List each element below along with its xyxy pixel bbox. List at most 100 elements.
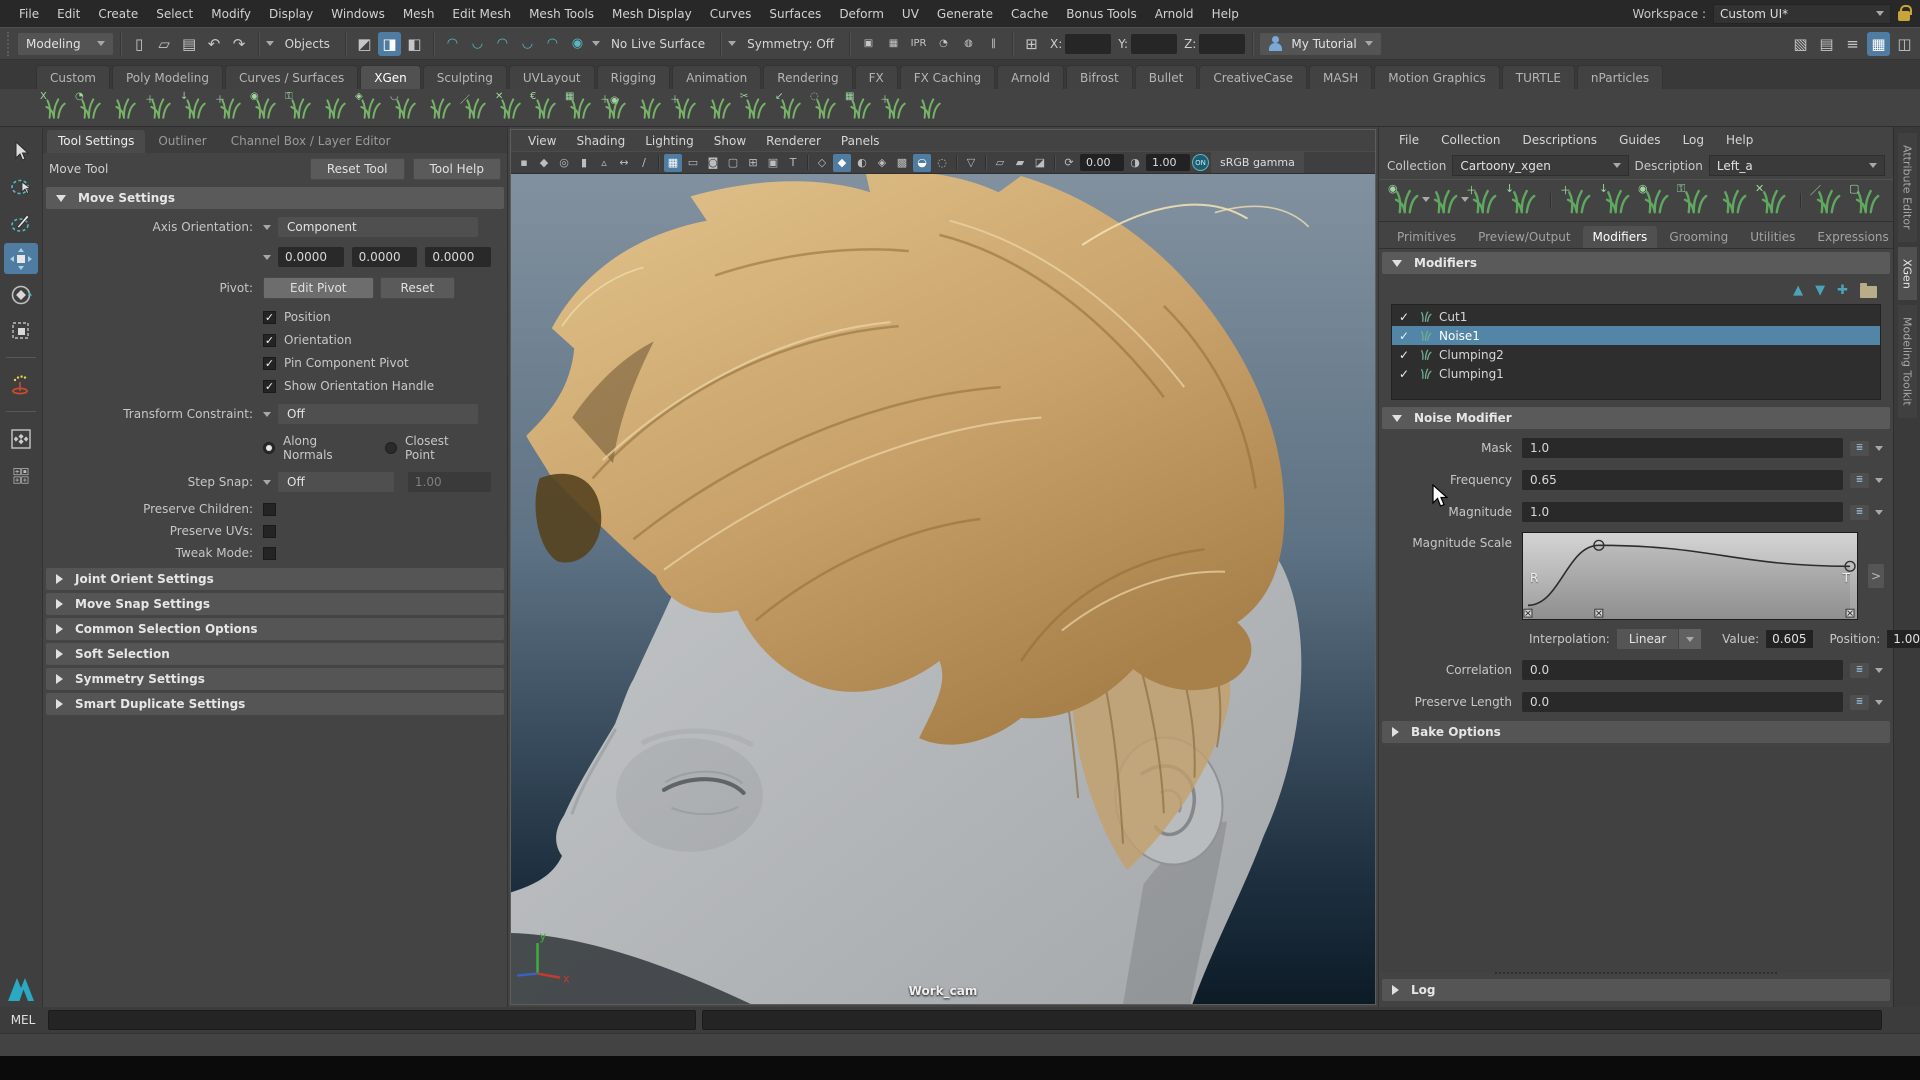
collapsed-section-header[interactable]: Common Selection Options (46, 618, 504, 640)
shelf-tab[interactable]: Rendering (763, 65, 852, 89)
2d-pan-zoom-icon[interactable]: ↔ (615, 154, 633, 172)
resolution-gate-icon[interactable]: ◙ (704, 154, 722, 172)
checkbox[interactable] (263, 503, 276, 516)
expand-ramp-button[interactable]: > (1868, 564, 1884, 588)
grass-diamond-icon[interactable]: ◈ (357, 95, 383, 121)
snap-together-icon[interactable]: ⊞ (1020, 32, 1043, 56)
folder-icon[interactable] (1860, 286, 1877, 298)
xgen-tab[interactable]: Preview/Output (1468, 226, 1580, 248)
shelf-tab[interactable]: FX (855, 65, 898, 89)
xgen-editor-icon[interactable]: X (42, 95, 68, 121)
shelf-tab[interactable]: Motion Graphics (1374, 65, 1500, 89)
grass-lock-icon[interactable]: ⚿ (287, 95, 313, 121)
exposure-field[interactable]: 0.00 (1080, 154, 1124, 171)
use-all-lights-icon[interactable]: ◈ (873, 154, 891, 172)
shadows-icon[interactable]: ▩ (893, 154, 911, 172)
xgen-menu-item[interactable]: Descriptions (1512, 133, 1607, 147)
checkbox[interactable] (263, 311, 276, 324)
checkmark-icon[interactable]: ✓ (1399, 329, 1412, 343)
safe-title-icon[interactable]: T (784, 154, 802, 172)
guide-sculpt-icon[interactable]: ／ (1813, 186, 1843, 216)
grass-up-icon[interactable]: ＋ (672, 95, 698, 121)
new-scene-icon[interactable]: ▯ (128, 32, 151, 56)
grass-brush-icon[interactable]: ／ (462, 95, 488, 121)
noise-modifier-header[interactable]: Noise Modifier (1382, 407, 1890, 429)
gate-mask-icon[interactable]: ▢ (724, 154, 742, 172)
menu-item[interactable]: Modify (202, 5, 260, 23)
viewport-menu-item[interactable]: Shading (567, 134, 634, 148)
exposure-icon[interactable]: ⟳ (1060, 154, 1078, 172)
create-description-icon[interactable]: ＋ (1469, 186, 1499, 216)
panel-tab[interactable]: Outliner (147, 130, 217, 153)
bookmark-icon[interactable]: ▮ (575, 154, 593, 172)
ipr-render-icon[interactable]: IPR (907, 32, 930, 56)
menu-item[interactable]: Cache (1002, 5, 1057, 23)
grass-cross-icon[interactable]: ＋ (217, 95, 243, 121)
chevron-down-icon[interactable] (728, 41, 736, 46)
xgen-menu-item[interactable]: Collection (1431, 133, 1510, 147)
person-grass-icon[interactable]: ◔ (77, 95, 103, 121)
sidebar-vertical-tab[interactable]: Attribute Editor (1898, 133, 1917, 242)
chevron-down-icon[interactable] (1875, 510, 1883, 515)
grass-window-icon[interactable]: ▦ (567, 95, 593, 121)
pane-layout-icons[interactable] (4, 459, 38, 499)
chevron-down-icon[interactable] (1875, 478, 1883, 483)
grass-basket-icon[interactable]: ◡ (392, 95, 418, 121)
soft-modification-tool[interactable] (4, 369, 38, 400)
selection-mask-dropdown[interactable]: Objects (277, 33, 338, 55)
axis-orientation-dropdown[interactable]: Component (278, 217, 478, 237)
menu-item[interactable]: Mesh (394, 5, 444, 23)
drag-grip[interactable] (7, 32, 12, 56)
grass-curve-icon[interactable]: € (532, 95, 558, 121)
description-dropdown[interactable]: Left_a (1709, 155, 1885, 176)
menu-item[interactable]: Select (147, 5, 202, 23)
add-primitives-icon[interactable]: ＋ (1563, 186, 1593, 216)
colorspace-label[interactable]: sRGB gamma (1211, 152, 1304, 173)
leaf-icon[interactable] (112, 95, 138, 121)
shelf-tab[interactable]: XGen (360, 65, 421, 89)
magnitude-scale-curve[interactable]: R T (1522, 532, 1858, 620)
snap-to-view-plane-icon[interactable]: ◠ (541, 32, 564, 56)
command-result-field[interactable] (702, 1010, 1882, 1030)
checkmark-icon[interactable]: ✓ (1399, 310, 1412, 324)
symmetry-icon[interactable] (4, 423, 38, 454)
grass-eye-icon[interactable]: ◉ (252, 95, 278, 121)
reset-tool-button[interactable]: Reset Tool (310, 158, 405, 180)
preview-eye-icon[interactable]: ◉ (1391, 186, 1421, 216)
expression-icon[interactable]: ≣ (1850, 473, 1869, 488)
four-view-layout-icon[interactable]: ▤ (1815, 32, 1838, 56)
shelf-tab[interactable]: Arnold (997, 65, 1064, 89)
viewport-menu-item[interactable]: View (519, 134, 565, 148)
shelf-tab[interactable]: nParticles (1577, 65, 1663, 89)
textured-icon[interactable]: ◐ (853, 154, 871, 172)
render-view-icon[interactable]: ▣ (857, 32, 880, 56)
lock-primitives-icon[interactable]: ⚿ (1680, 186, 1710, 216)
command-language-toggle[interactable]: MEL (4, 1013, 42, 1027)
splitter-handle[interactable] (1495, 972, 1778, 974)
preview-leaf-icon[interactable] (1430, 186, 1460, 216)
select-object-icon[interactable]: ◨ (378, 32, 401, 56)
snap-to-projected-center-icon[interactable]: ◡ (516, 32, 539, 56)
attribute-editor-toggle-icon[interactable]: ◫ (1893, 32, 1916, 56)
guide-display-icon[interactable]: ▢ (1852, 186, 1882, 216)
expression-icon[interactable]: ≣ (1850, 505, 1869, 520)
menu-item[interactable]: Deform (830, 5, 893, 23)
command-input[interactable] (48, 1010, 696, 1030)
xgen-menu-item[interactable]: File (1389, 133, 1429, 147)
collapsed-section-header[interactable]: Symmetry Settings (46, 668, 504, 690)
menu-item[interactable]: Arnold (1146, 5, 1203, 23)
expression-icon[interactable]: ≣ (1850, 441, 1869, 456)
edit-pivot-button[interactable]: Edit Pivot (263, 277, 374, 299)
import-description-icon[interactable]: ↓ (1508, 186, 1538, 216)
chevron-down-icon[interactable] (266, 41, 274, 46)
select-component-icon[interactable]: ◧ (403, 32, 426, 56)
pause-viewport-icon[interactable]: ‖ (982, 32, 1005, 56)
bake-options-header[interactable]: Bake Options (1382, 721, 1890, 743)
grease-pencil-icon[interactable]: ∕ (635, 154, 653, 172)
shelf-tab[interactable]: Curves / Surfaces (225, 65, 358, 89)
y-coordinate-input[interactable] (1131, 34, 1177, 54)
image-plane-icon[interactable]: ▵ (595, 154, 613, 172)
radio-button[interactable] (263, 442, 275, 454)
Noise1[interactable]: ✓Noise1 (1392, 326, 1880, 345)
value-field[interactable]: 0.605 (1766, 630, 1812, 648)
